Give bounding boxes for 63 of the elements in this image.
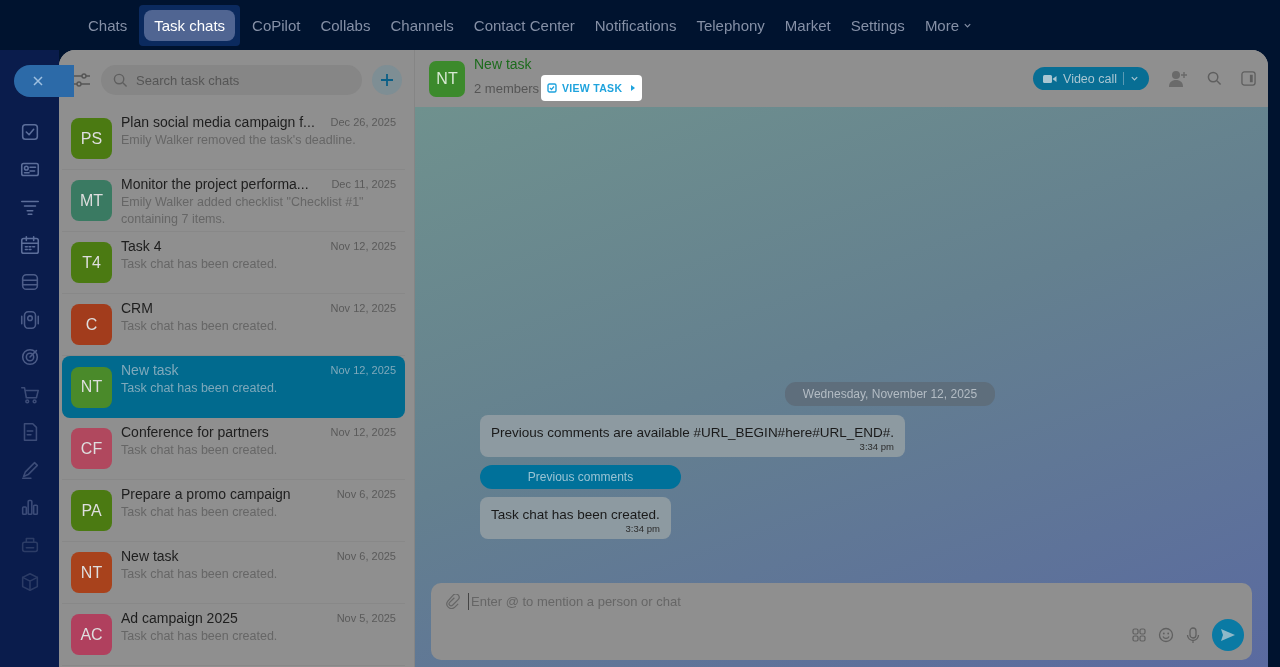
message-text: Previous comments are available #URL_BEGIN#here#URL_END#. bbox=[491, 425, 894, 440]
chevron-down-icon bbox=[1130, 74, 1139, 83]
message-time: 3:34 pm bbox=[859, 441, 894, 452]
apps-grid-icon[interactable] bbox=[1132, 628, 1146, 642]
nav-tab[interactable]: More bbox=[914, 9, 983, 41]
previous-comments-button[interactable]: Previous comments bbox=[480, 465, 681, 489]
panel-icon[interactable] bbox=[1241, 71, 1256, 86]
chat-avatar: NT bbox=[71, 552, 112, 593]
add-button[interactable] bbox=[372, 65, 402, 95]
chat-title: Ad campaign 2025 bbox=[121, 610, 238, 626]
triangle-right-icon bbox=[630, 84, 637, 92]
microphone-icon[interactable] bbox=[1186, 626, 1200, 644]
chat-preview: Task chat has been created. bbox=[121, 380, 279, 397]
message-text: Task chat has been created. bbox=[491, 507, 660, 522]
nav-tab[interactable]: Settings bbox=[840, 9, 915, 41]
chat-title: Task 4 bbox=[121, 238, 162, 254]
send-icon bbox=[1220, 628, 1236, 642]
nav-tab[interactable]: Chats bbox=[78, 9, 138, 41]
paperclip-icon[interactable] bbox=[445, 594, 460, 609]
video-call-button[interactable]: Video call bbox=[1033, 67, 1149, 90]
chat-avatar: PA bbox=[71, 490, 112, 531]
nav-tab[interactable]: Telephony bbox=[686, 9, 775, 41]
chat-title: New task bbox=[121, 548, 179, 564]
nav-tab[interactable]: Channels bbox=[380, 9, 464, 41]
chat-avatar: AC bbox=[71, 614, 112, 655]
chat-title: Conference for partners bbox=[121, 424, 269, 440]
chat-avatar: CF bbox=[71, 428, 112, 469]
nav-tab[interactable]: Contact Center bbox=[463, 9, 585, 41]
send-button[interactable] bbox=[1212, 619, 1244, 651]
device-icon[interactable] bbox=[18, 308, 41, 331]
nav-tab[interactable]: Market bbox=[774, 9, 841, 41]
checkbox-icon bbox=[547, 83, 558, 93]
calendar-icon[interactable] bbox=[18, 233, 41, 256]
chat-title: Plan social media campaign f... bbox=[121, 114, 315, 130]
filter-settings-icon[interactable] bbox=[73, 72, 91, 88]
chat-avatar: PS bbox=[71, 118, 112, 159]
add-person-icon[interactable] bbox=[1168, 69, 1188, 88]
message-time: 3:34 pm bbox=[625, 523, 660, 534]
search-icon[interactable] bbox=[1207, 71, 1222, 86]
search-icon bbox=[113, 73, 128, 88]
nav-tab[interactable]: Notifications bbox=[584, 9, 687, 41]
close-icon bbox=[32, 75, 44, 87]
chat-avatar: C bbox=[71, 304, 112, 345]
plus-icon bbox=[380, 73, 394, 87]
close-button[interactable] bbox=[14, 65, 74, 97]
chat-title: CRM bbox=[121, 300, 153, 316]
nav-tab[interactable]: CoPilot bbox=[242, 9, 311, 41]
chat-title: New task bbox=[121, 362, 179, 378]
emoji-icon[interactable] bbox=[1158, 627, 1174, 643]
view-task-button[interactable]: VIEW TASK bbox=[541, 75, 643, 101]
chat-avatar: MT bbox=[71, 180, 112, 221]
chat-title: New task bbox=[474, 56, 533, 72]
chat-title: Monitor the project performa... bbox=[121, 176, 309, 192]
chat-avatar: NT bbox=[429, 60, 465, 97]
chat-title: Prepare a promo campaign bbox=[121, 486, 291, 502]
chat-date: Nov 12, 2025 bbox=[330, 363, 396, 378]
date-separator: Wednesday, November 12, 2025 bbox=[784, 382, 996, 406]
nav-tab[interactable]: Collabs bbox=[310, 9, 381, 41]
video-camera-icon bbox=[1043, 73, 1057, 84]
chat-avatar: T4 bbox=[71, 242, 112, 283]
chat-list-item[interactable]: NT New task Nov 12, 2025 Task chat has been created. bbox=[62, 356, 405, 418]
nav-tab[interactable]: Task chats bbox=[144, 9, 236, 41]
chat-avatar: NT bbox=[71, 366, 112, 408]
